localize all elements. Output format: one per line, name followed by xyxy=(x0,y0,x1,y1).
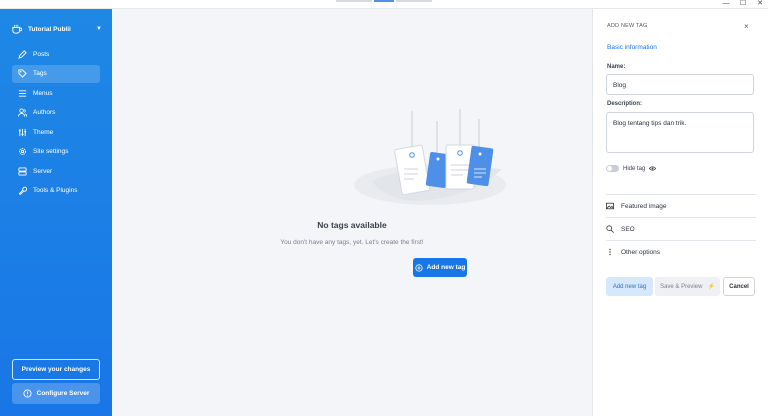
gear-icon xyxy=(19,148,26,155)
save-preview-button[interactable]: Save & Preview ⚡ xyxy=(655,277,720,296)
sidebar-item-tags[interactable]: Tags xyxy=(12,64,100,83)
add-tag-submit-button[interactable]: Add new tag xyxy=(606,277,653,296)
sidebar-item-posts[interactable]: Posts xyxy=(12,45,100,63)
add-tag-panel: ADD NEW TAG × Basic information Name: Bl… xyxy=(592,9,768,416)
empty-state-subtitle: You don't have any tags, yet. Let's crea… xyxy=(280,239,424,246)
sidebar-item-label: Server xyxy=(33,167,53,175)
eye-icon xyxy=(649,166,657,171)
site-name: Tutorial Publii xyxy=(28,25,71,33)
sidebar-item-theme[interactable]: Theme xyxy=(12,123,100,141)
empty-state-title: No tags available xyxy=(317,220,387,230)
section-label: SEO xyxy=(621,225,635,233)
configure-server-button[interactable]: Configure Server xyxy=(12,383,100,404)
menu-icon xyxy=(18,89,27,97)
section-label: Featured image xyxy=(621,202,667,210)
sidebar-item-label: Menus xyxy=(33,89,53,97)
plus-circle-icon xyxy=(415,263,423,272)
hide-tag-row: Hide tag xyxy=(623,165,657,172)
sliders-icon xyxy=(18,128,27,136)
description-field[interactable]: Blog tentang tips dan trik. xyxy=(606,112,754,153)
empty-tags-illustration xyxy=(354,109,506,205)
tag-icon xyxy=(18,69,27,78)
lightning-icon: ⚡ xyxy=(707,284,715,290)
drag-region[interactable] xyxy=(396,0,432,2)
save-preview-label: Save & Preview xyxy=(660,283,703,290)
coffee-cup-icon xyxy=(12,24,22,34)
users-icon xyxy=(18,108,27,117)
name-field[interactable]: Blog xyxy=(606,74,754,95)
sidebar-item-label: Theme xyxy=(33,128,54,136)
sidebar-item-label: Authors xyxy=(33,109,56,116)
sidebar-item-authors[interactable]: Authors xyxy=(12,104,100,122)
window-titlebar: — ☐ ✕ xyxy=(0,0,768,9)
name-label: Name: xyxy=(607,64,626,70)
drag-region[interactable] xyxy=(336,0,372,2)
other-options-section[interactable]: Other options xyxy=(606,240,756,263)
search-icon xyxy=(606,225,614,233)
hide-tag-label: Hide tag xyxy=(623,165,646,172)
hide-tag-toggle[interactable] xyxy=(606,165,619,172)
minimize-button[interactable]: — xyxy=(718,0,734,9)
section-label: Other options xyxy=(621,248,661,256)
description-label: Description: xyxy=(607,101,643,107)
sidebar: Tutorial Publii ▼ Posts Tags Menus Autho… xyxy=(0,9,112,416)
main-content: No tags available You don't have any tag… xyxy=(112,9,592,416)
sidebar-nav: Posts Tags Menus Authors Theme Site sett… xyxy=(12,45,100,201)
sidebar-item-label: Posts xyxy=(33,50,50,58)
sidebar-item-label: Tags xyxy=(33,70,47,77)
seo-section[interactable]: SEO xyxy=(606,217,756,240)
server-icon xyxy=(18,166,27,176)
sidebar-item-site-settings[interactable]: Site settings xyxy=(12,143,100,161)
site-switcher[interactable]: Tutorial Publii ▼ xyxy=(12,21,102,37)
close-window-button[interactable]: ✕ xyxy=(752,0,768,9)
add-new-tag-label: Add new tag xyxy=(426,264,466,271)
chevron-down-icon: ▼ xyxy=(96,26,102,32)
sidebar-item-server[interactable]: Server xyxy=(12,162,100,180)
add-new-tag-button[interactable]: Add new tag xyxy=(413,258,467,277)
more-vertical-icon xyxy=(609,248,611,256)
maximize-button[interactable]: ☐ xyxy=(735,0,751,9)
sidebar-item-menus[interactable]: Menus xyxy=(12,84,100,102)
wrench-icon xyxy=(18,186,27,195)
sidebar-item-label: Site settings xyxy=(33,148,69,155)
tab-basic-information[interactable]: Basic information xyxy=(607,44,657,51)
cancel-button[interactable]: Cancel xyxy=(723,277,755,296)
panel-heading: ADD NEW TAG xyxy=(607,23,648,29)
drag-region-active[interactable] xyxy=(374,0,394,2)
configure-server-label: Configure Server xyxy=(36,390,90,397)
alert-circle-icon xyxy=(23,389,32,398)
close-icon[interactable]: × xyxy=(744,22,749,31)
preview-changes-button[interactable]: Preview your changes xyxy=(12,359,100,380)
featured-image-section[interactable]: Featured image xyxy=(606,194,756,217)
sidebar-item-label: Tools & Plugins xyxy=(33,187,78,194)
pen-icon xyxy=(18,49,27,59)
image-icon xyxy=(606,202,614,210)
sidebar-item-tools-plugins[interactable]: Tools & Plugins xyxy=(12,182,100,200)
